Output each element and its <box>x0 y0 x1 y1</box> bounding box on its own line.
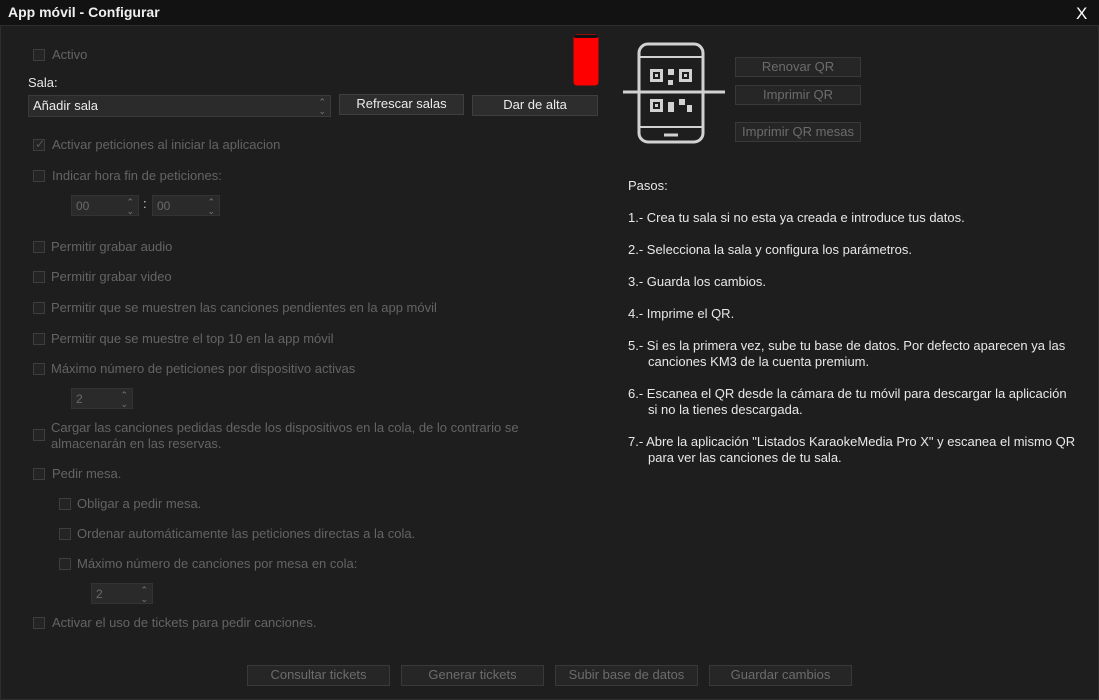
auto-order-label: Ordenar automáticamente las peticiones d… <box>77 526 416 541</box>
step-3: 3.- Guarda los cambios. <box>628 274 767 289</box>
renew-qr-button[interactable]: Renovar QR <box>735 57 861 77</box>
ask-table-label: Pedir mesa. <box>52 466 122 481</box>
max-songs-value: 2 <box>96 587 103 601</box>
allow-audio-label: Permitir grabar audio <box>51 239 173 254</box>
show-top10-label: Permitir que se muestre el top 10 en la … <box>51 331 334 346</box>
auto-order-checkbox[interactable] <box>59 528 71 540</box>
force-table-checkbox[interactable] <box>59 498 71 510</box>
refresh-rooms-button[interactable]: Refrescar salas <box>339 94 464 115</box>
hour-value: 00 <box>76 199 90 213</box>
phone-status-icon <box>573 34 599 86</box>
generate-tickets-button[interactable]: Generar tickets <box>401 665 544 686</box>
step-7-line1: 7.- Abre la aplicación "Listados Karaoke… <box>628 434 1076 449</box>
load-queue-line1: Cargar las canciones pedidas desde los d… <box>51 420 519 435</box>
minute-value: 00 <box>157 199 171 213</box>
step-6-line1: 6.- Escanea el QR desde la cámara de tu … <box>628 386 1067 401</box>
show-pending-label: Permitir que se muestren las canciones p… <box>51 300 437 315</box>
step-2: 2.- Selecciona la sala y configura los p… <box>628 242 912 257</box>
load-queue-line2: almacenarán en las reservas. <box>51 436 222 451</box>
updown-arrow-icon: ⌃ ⌄ <box>126 197 134 216</box>
force-table-label: Obligar a pedir mesa. <box>77 496 202 511</box>
max-requests-checkbox[interactable] <box>33 363 45 375</box>
max-requests-spinner[interactable]: 2 ⌃ ⌄ <box>71 388 133 409</box>
phone-qr-scan-icon <box>623 42 725 144</box>
end-time-label: Indicar hora fin de peticiones: <box>52 168 222 183</box>
activate-requests-checkbox[interactable] <box>33 137 45 151</box>
upload-database-button[interactable]: Subir base de datos <box>555 665 698 686</box>
step-5-line2: canciones KM3 de la cuenta premium. <box>648 354 870 369</box>
tickets-checkbox[interactable] <box>33 617 45 629</box>
hour-spinner[interactable]: 00 ⌃ ⌄ <box>71 195 139 216</box>
updown-arrow-icon: ⌃ ⌄ <box>140 585 148 604</box>
updown-arrow-icon: ⌃ ⌄ <box>207 197 215 216</box>
step-1: 1.- Crea tu sala si no esta ya creada e … <box>628 210 965 225</box>
updown-arrow-icon: ⌃ ⌄ <box>120 390 128 409</box>
step-6: 6.- Escanea el QR desde la cámara de tu … <box>628 386 1067 418</box>
window-title: App móvil - Configurar <box>8 4 160 20</box>
load-queue-checkbox[interactable] <box>33 429 45 441</box>
allow-audio-checkbox[interactable] <box>33 241 45 253</box>
sala-select[interactable]: Añadir sala ⌃ ⌄ <box>28 95 331 117</box>
end-time-checkbox[interactable] <box>33 170 45 182</box>
active-checkbox[interactable] <box>33 49 45 61</box>
save-changes-button[interactable]: Guardar cambios <box>709 665 852 686</box>
max-requests-label: Máximo número de peticiones por disposit… <box>51 361 356 376</box>
minute-spinner[interactable]: 00 ⌃ ⌄ <box>152 195 220 216</box>
sala-selected-value: Añadir sala <box>33 98 99 113</box>
step-5-line1: 5.- Si es la primera vez, sube tu base d… <box>628 338 1066 353</box>
step-5: 5.- Si es la primera vez, sube tu base d… <box>628 338 1065 370</box>
max-songs-spinner[interactable]: 2 ⌃ ⌄ <box>91 583 153 604</box>
print-qr-tables-button[interactable]: Imprimir QR mesas <box>735 122 861 142</box>
max-requests-value: 2 <box>76 392 83 406</box>
active-label: Activo <box>52 47 88 62</box>
ask-table-checkbox[interactable] <box>33 468 45 480</box>
allow-video-checkbox[interactable] <box>33 271 45 283</box>
step-7: 7.- Abre la aplicación "Listados Karaoke… <box>628 434 1075 466</box>
activate-requests-label: Activar peticiones al iniciar la aplicac… <box>52 137 281 152</box>
step-7-line2: para ver las canciones de tu sala. <box>648 450 842 465</box>
view-tickets-button[interactable]: Consultar tickets <box>247 665 390 686</box>
show-pending-checkbox[interactable] <box>33 302 45 314</box>
load-queue-label: Cargar las canciones pedidas desde los d… <box>51 420 519 452</box>
tickets-label: Activar el uso de tickets para pedir can… <box>52 615 317 630</box>
print-qr-button[interactable]: Imprimir QR <box>735 85 861 105</box>
close-icon[interactable]: X <box>1076 4 1087 24</box>
steps-heading: Pasos: <box>628 178 668 193</box>
step-4: 4.- Imprime el QR. <box>628 306 735 321</box>
show-top10-checkbox[interactable] <box>33 333 45 345</box>
title-bar <box>0 0 1099 25</box>
register-button[interactable]: Dar de alta <box>472 95 598 116</box>
max-songs-label: Máximo número de canciones por mesa en c… <box>77 556 358 571</box>
step-6-line2: si no la tienes descargada. <box>648 402 803 417</box>
sala-label: Sala: <box>28 75 58 90</box>
updown-arrow-icon: ⌃ ⌄ <box>318 97 326 116</box>
time-separator: : <box>143 196 147 211</box>
max-songs-checkbox[interactable] <box>59 558 71 570</box>
allow-video-label: Permitir grabar video <box>51 269 172 284</box>
